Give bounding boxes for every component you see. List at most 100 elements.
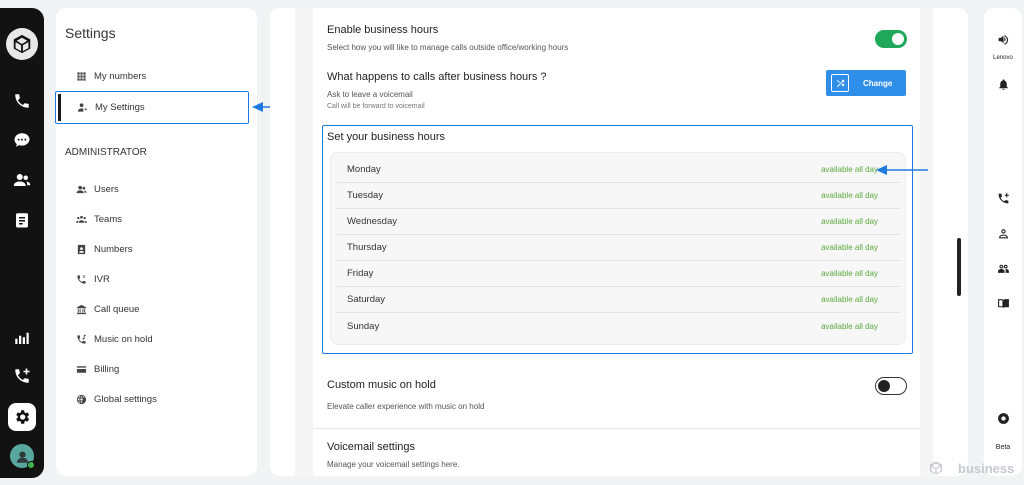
sidebar-item-my-numbers[interactable]: My numbers bbox=[66, 62, 236, 90]
day-row-sunday[interactable]: Sunday available all day bbox=[337, 313, 901, 339]
users-icon bbox=[71, 184, 91, 195]
sidebar-item-label: Music on hold bbox=[94, 333, 153, 345]
sidebar-item-label: Teams bbox=[94, 213, 122, 225]
gear-icon[interactable] bbox=[8, 403, 36, 431]
toggle-knob bbox=[878, 380, 890, 392]
day-status: available all day bbox=[821, 243, 878, 252]
bell-icon[interactable] bbox=[994, 75, 1012, 93]
app-rail bbox=[0, 8, 44, 478]
day-name: Saturday bbox=[347, 294, 386, 305]
sidebar-item-ivr[interactable]: IVR bbox=[66, 265, 236, 293]
day-row-monday[interactable]: Monday available all day bbox=[337, 157, 901, 183]
day-name: Friday bbox=[347, 268, 374, 279]
music-hold-toggle[interactable] bbox=[875, 377, 907, 395]
change-button[interactable]: Change bbox=[826, 70, 906, 96]
user-avatar[interactable] bbox=[10, 444, 35, 469]
day-row-thursday[interactable]: Thursday available all day bbox=[337, 235, 901, 261]
brand-name: business bbox=[958, 460, 1015, 476]
sidebar-item-call-queue[interactable]: Call queue bbox=[66, 295, 236, 323]
speaker-icon[interactable] bbox=[994, 30, 1012, 48]
sidebar-title: Settings bbox=[65, 25, 116, 41]
business-hours-desc: Select how you will like to manage calls… bbox=[327, 43, 569, 52]
help-lifebuoy-icon[interactable] bbox=[994, 409, 1012, 427]
voicemail-desc: Manage your voicemail settings here. bbox=[327, 460, 460, 469]
group-icon[interactable] bbox=[994, 259, 1012, 277]
sidebar-item-label: IVR bbox=[94, 273, 110, 285]
beta-label: Beta bbox=[995, 444, 1011, 451]
day-name: Thursday bbox=[347, 242, 387, 253]
day-row-friday[interactable]: Friday available all day bbox=[337, 261, 901, 287]
sidebar-item-my-settings[interactable]: My Settings bbox=[55, 91, 249, 124]
notes-icon[interactable] bbox=[11, 209, 33, 231]
music-hold-desc: Elevate caller experience with music on … bbox=[327, 402, 485, 411]
settings-sidebar: Settings My numbers My Settings ADMINIST… bbox=[55, 8, 257, 476]
numbers-icon bbox=[71, 244, 91, 255]
scrollbar-thumb[interactable] bbox=[957, 238, 961, 296]
music-hold-title: Custom music on hold bbox=[327, 379, 436, 391]
day-status: available all day bbox=[821, 321, 878, 331]
main-panel: Enable business hours Select how you wil… bbox=[270, 8, 968, 476]
brand-logo-icon bbox=[930, 461, 942, 475]
call-queue-icon bbox=[71, 304, 91, 315]
divider bbox=[313, 428, 920, 429]
sidebar-item-label: Call queue bbox=[94, 303, 140, 315]
change-button-label: Change bbox=[863, 78, 893, 88]
contact-icon[interactable] bbox=[994, 224, 1012, 242]
day-row-wednesday[interactable]: Wednesday available all day bbox=[337, 209, 901, 235]
add-call-icon[interactable] bbox=[994, 189, 1012, 207]
business-hours-toggle[interactable] bbox=[875, 30, 907, 48]
ivr-icon bbox=[71, 274, 91, 285]
annotation-arrow-icon bbox=[876, 165, 928, 175]
chat-icon[interactable] bbox=[11, 129, 33, 151]
globe-icon bbox=[71, 394, 91, 405]
analytics-icon[interactable] bbox=[11, 327, 33, 349]
day-name: Wednesday bbox=[347, 216, 397, 227]
day-row-saturday[interactable]: Saturday available all day bbox=[337, 287, 901, 313]
set-hours-title: Set your business hours bbox=[327, 131, 446, 143]
phone-icon[interactable] bbox=[11, 90, 33, 112]
online-status-dot bbox=[27, 461, 35, 469]
day-row-tuesday[interactable]: Tuesday available all day bbox=[337, 183, 901, 209]
sidebar-item-teams[interactable]: Teams bbox=[66, 205, 236, 233]
book-icon[interactable] bbox=[994, 294, 1012, 312]
day-status: available all day bbox=[821, 269, 878, 278]
after-hours-title: What happens to calls after business hou… bbox=[327, 71, 547, 83]
teams-icon bbox=[71, 214, 91, 225]
admin-heading: ADMINISTRATOR bbox=[65, 147, 147, 158]
business-hours-title: Enable business hours bbox=[327, 24, 439, 36]
day-name: Sunday bbox=[347, 320, 380, 332]
content-scroll-area: Enable business hours Select how you wil… bbox=[295, 8, 933, 476]
day-status: available all day bbox=[821, 295, 878, 304]
grid-icon bbox=[71, 71, 91, 82]
shuffle-icon bbox=[831, 74, 849, 92]
days-list: Monday available all day Tuesday available… bbox=[330, 152, 906, 345]
sidebar-item-label: My Settings bbox=[95, 102, 145, 113]
billing-icon bbox=[71, 364, 91, 375]
sidebar-item-label: Users bbox=[94, 183, 119, 195]
toggle-knob bbox=[892, 33, 904, 45]
sidebar-item-users[interactable]: Users bbox=[66, 175, 236, 203]
app-logo-icon[interactable] bbox=[6, 28, 38, 60]
sidebar-item-billing[interactable]: Billing bbox=[66, 355, 236, 383]
sidebar-item-label: Global settings bbox=[94, 393, 157, 405]
voicemail-title: Voicemail settings bbox=[327, 441, 416, 453]
contacts-icon[interactable] bbox=[11, 169, 33, 191]
sidebar-item-global-settings[interactable]: Global settings bbox=[66, 385, 236, 413]
add-call-icon[interactable] bbox=[11, 365, 33, 387]
sidebar-item-label: My numbers bbox=[94, 70, 147, 82]
day-status: available all day bbox=[821, 191, 878, 200]
music-hold-icon bbox=[71, 334, 91, 345]
day-status: available all day bbox=[821, 217, 878, 226]
sidebar-item-label: Numbers bbox=[94, 243, 133, 255]
sidebar-item-music-on-hold[interactable]: Music on hold bbox=[66, 325, 236, 353]
day-name: Tuesday bbox=[347, 190, 384, 201]
settings-card: Enable business hours Select how you wil… bbox=[313, 8, 920, 476]
sidebar-item-numbers[interactable]: Numbers bbox=[66, 235, 236, 263]
after-hours-note: Call will be forward to voicemail bbox=[327, 103, 425, 110]
person-icon bbox=[72, 102, 92, 113]
after-hours-option: Ask to leave a voicemail bbox=[327, 90, 413, 99]
device-label: Lenovo bbox=[993, 55, 1013, 61]
right-toolbar: Lenovo Beta bbox=[984, 8, 1022, 476]
sidebar-item-label: Billing bbox=[94, 363, 120, 375]
brand-watermark: business bbox=[928, 460, 1014, 476]
